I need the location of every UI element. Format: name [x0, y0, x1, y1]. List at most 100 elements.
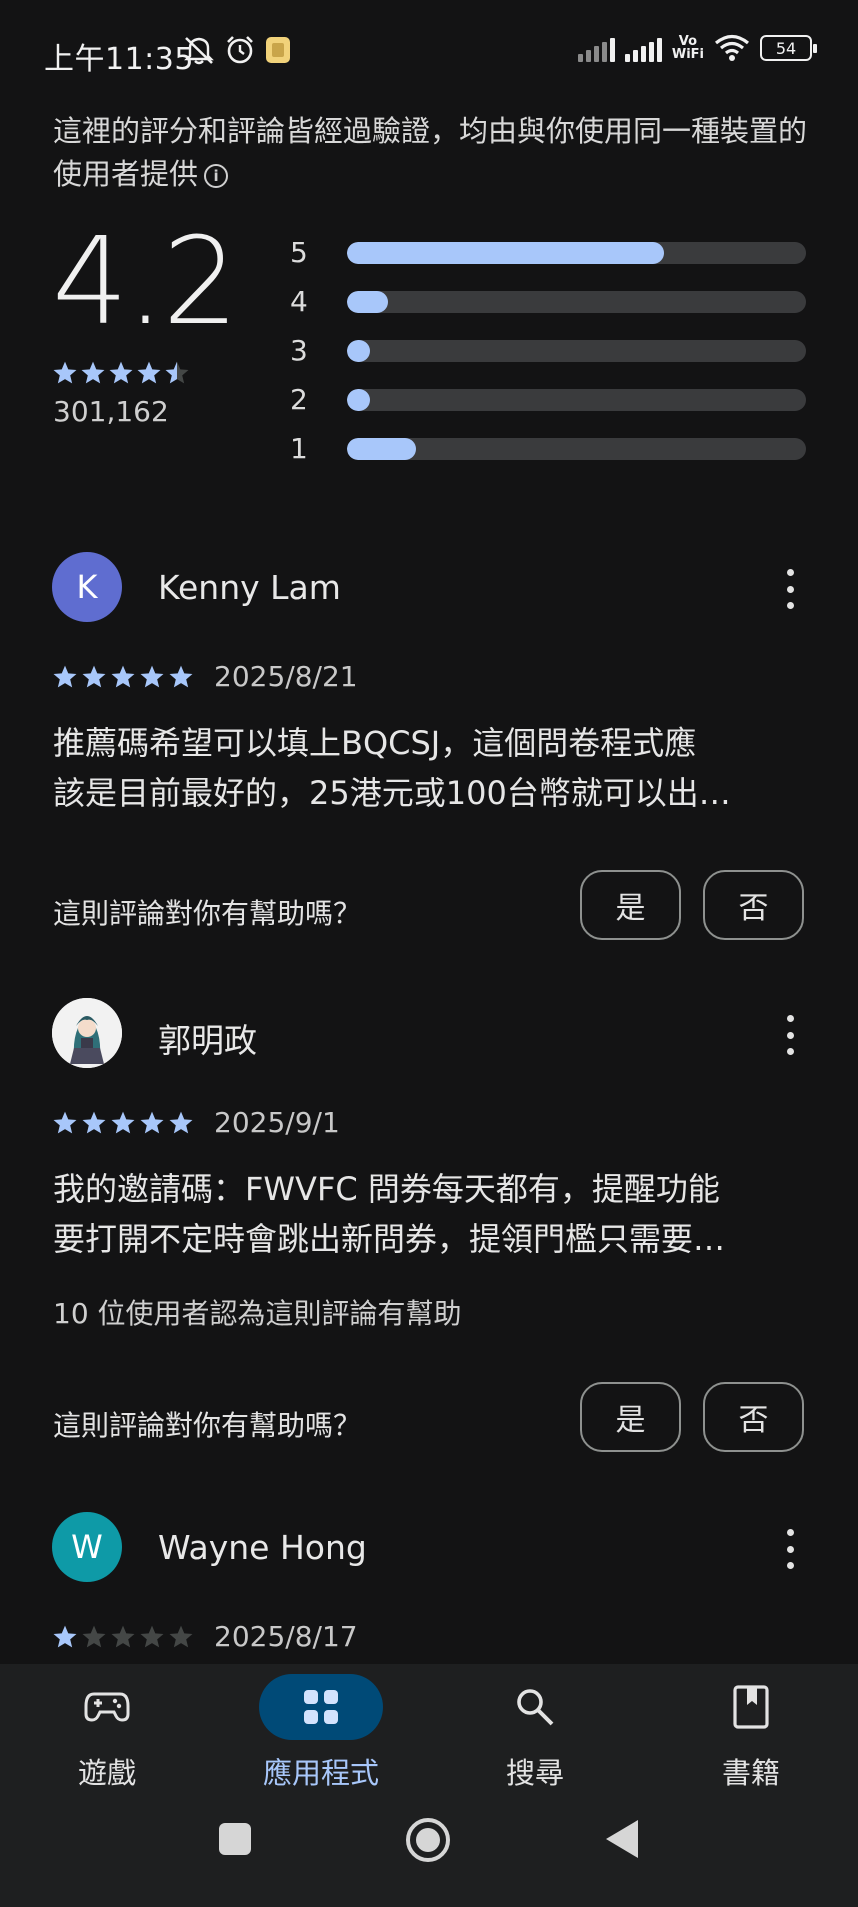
- apps-icon: [304, 1690, 338, 1724]
- star-filled-icon: [82, 1111, 106, 1134]
- more-options-icon[interactable]: [782, 1529, 798, 1569]
- review-text[interactable]: 推薦碼希望可以填上BQCSJ，這個問卷程式應 該是目前最好的，25港元或100台…: [53, 718, 808, 818]
- distribution-label: 5: [290, 236, 308, 269]
- distribution-label: 1: [290, 432, 308, 465]
- avatar: [52, 998, 122, 1068]
- nav-pill: [689, 1674, 813, 1740]
- reviewer-name: Wayne Hong: [158, 1528, 367, 1567]
- helpful-question: 這則評論對你有幫助嗎？: [53, 897, 362, 930]
- review-text[interactable]: 我的邀請碼：FWVFC 問券每天都有，提醒功能 要打開不定時會跳出新問券，提領門…: [53, 1164, 808, 1264]
- avatar: W: [52, 1512, 122, 1582]
- review-stars: [52, 1624, 194, 1650]
- review-date: 2025/8/21: [214, 660, 358, 693]
- helpful-question: 這則評論對你有幫助嗎？: [53, 1409, 362, 1442]
- rating-distribution: 5 4 3 2 1: [290, 228, 806, 473]
- review-date: 2025/8/17: [214, 1620, 358, 1653]
- status-bar: 上午11:35 Vo WiFi 54: [0, 0, 858, 104]
- signal-2-icon: [624, 34, 662, 62]
- nav-label: 遊戲: [77, 1756, 136, 1790]
- nav-tab-books[interactable]: 書籍: [644, 1664, 858, 1792]
- distribution-label: 4: [290, 285, 308, 318]
- distribution-fill: [347, 241, 664, 264]
- search-icon: [517, 1689, 554, 1726]
- review-text-line: 要打開不定時會跳出新問券，提領門檻只需要…: [53, 1220, 726, 1258]
- helpful-count: 10 位使用者認為這則評論有幫助: [53, 1297, 462, 1330]
- star-filled-icon: [109, 361, 133, 384]
- info-icon[interactable]: i: [204, 164, 229, 188]
- helpful-yes-button[interactable]: 是: [580, 870, 681, 940]
- star-filled-icon: [53, 361, 77, 384]
- star-filled-icon: [137, 361, 161, 384]
- distribution-fill: [347, 388, 370, 411]
- distribution-track: [347, 437, 806, 460]
- star-half-icon: [165, 361, 189, 384]
- battery-icon: 54: [760, 35, 817, 61]
- review-text-line: 我的邀請碼：FWVFC 問券每天都有，提醒功能: [53, 1170, 720, 1208]
- system-navigation-bar: [0, 1792, 858, 1907]
- distribution-row-4: 4: [290, 277, 806, 326]
- star-filled-icon: [140, 1111, 164, 1134]
- more-options-icon[interactable]: [782, 569, 798, 609]
- reviewer-name: 郭明政: [158, 1021, 257, 1060]
- signal-1-icon: [577, 34, 615, 62]
- home-icon[interactable]: [404, 1816, 452, 1864]
- status-right-icons: Vo WiFi 54: [577, 34, 817, 62]
- avatar: K: [52, 552, 122, 622]
- star-filled-icon: [169, 665, 193, 688]
- gamepad-icon: [84, 1692, 130, 1722]
- distribution-track: [347, 290, 806, 313]
- alarm-icon: [227, 36, 253, 64]
- nav-label: 書籍: [721, 1756, 780, 1790]
- distribution-row-3: 3: [290, 326, 806, 375]
- star-filled-icon: [53, 665, 77, 688]
- star-filled-icon: [111, 1111, 135, 1134]
- star-empty-icon: [111, 1625, 135, 1648]
- star-empty-icon: [140, 1625, 164, 1648]
- nav-label: 應用程式: [262, 1756, 379, 1790]
- review-date: 2025/9/1: [214, 1106, 340, 1139]
- nav-pill-active: [259, 1674, 383, 1740]
- star-empty-icon: [82, 1625, 106, 1648]
- review-stars: [52, 664, 194, 690]
- reviewer-name: Kenny Lam: [158, 568, 341, 607]
- average-rating: 4.2: [52, 213, 239, 352]
- distribution-track: [347, 241, 806, 264]
- nav-tab-games[interactable]: 遊戲: [0, 1664, 214, 1792]
- star-filled-icon: [82, 665, 106, 688]
- helpful-no-button[interactable]: 否: [703, 1382, 804, 1452]
- status-left-icons: [182, 34, 292, 66]
- play-store-reviews-page: 上午11:35 Vo WiFi 54 這裡的評分和評論皆經過驗證，均由與你使用同…: [0, 0, 858, 1907]
- distribution-fill: [347, 339, 370, 362]
- star-filled-icon: [111, 665, 135, 688]
- recent-apps-icon[interactable]: [218, 1822, 252, 1856]
- sim-card-icon: [266, 37, 290, 63]
- nav-pill: [473, 1674, 597, 1740]
- bottom-navigation: 遊戲 應用程式 搜尋 書籍: [0, 1664, 858, 1792]
- helpful-yes-button[interactable]: 是: [580, 1382, 681, 1452]
- review-text-line: 該是目前最好的，25港元或100台幣就可以出…: [53, 774, 731, 812]
- nav-tab-search[interactable]: 搜尋: [428, 1664, 642, 1792]
- review-text-line: 推薦碼希望可以填上BQCSJ，這個問卷程式應: [53, 724, 697, 762]
- anime-avatar-image: [52, 998, 122, 1068]
- more-options-icon[interactable]: [782, 1015, 798, 1055]
- nav-tab-apps[interactable]: 應用程式: [214, 1664, 428, 1792]
- helpful-no-button[interactable]: 否: [703, 870, 804, 940]
- distribution-row-1: 1: [290, 424, 806, 473]
- nav-label: 搜尋: [505, 1756, 564, 1790]
- star-filled-icon: [81, 361, 105, 384]
- rating-count: 301,162: [53, 395, 169, 428]
- distribution-fill: [347, 290, 389, 313]
- wifi-icon: [714, 34, 750, 61]
- star-filled-icon: [169, 1111, 193, 1134]
- star-filled-icon: [140, 665, 164, 688]
- distribution-label: 2: [290, 383, 308, 416]
- book-icon: [733, 1685, 769, 1729]
- distribution-fill: [347, 437, 416, 460]
- star-empty-icon: [169, 1625, 193, 1648]
- summary-stars: [52, 360, 190, 386]
- star-filled-icon: [53, 1625, 77, 1648]
- back-icon[interactable]: [604, 1818, 640, 1860]
- distribution-label: 3: [290, 334, 308, 367]
- distribution-track: [347, 339, 806, 362]
- nav-pill: [45, 1674, 169, 1740]
